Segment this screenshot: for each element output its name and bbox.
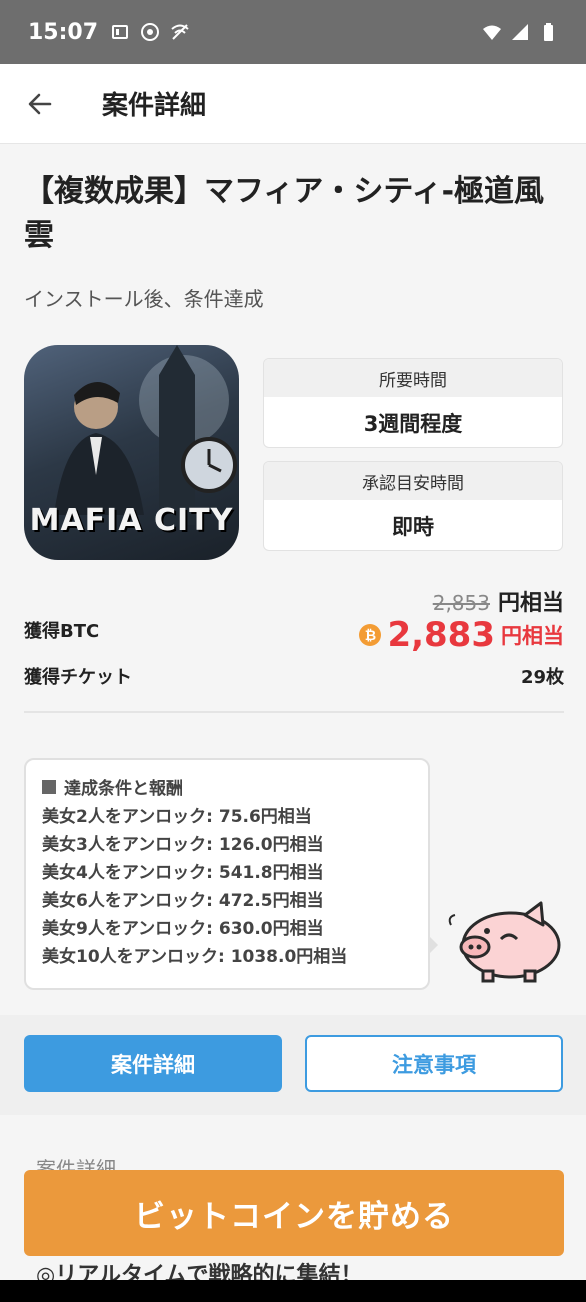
wifi-off-icon [171,24,189,40]
duration-label: 所要時間 [264,359,562,397]
system-nav-bar [0,1280,586,1302]
condition-item: 美女3人をアンロック: 126.0円相当 [42,835,324,855]
tab-details[interactable]: 案件詳細 [24,1035,282,1092]
condition-item: 美女4人をアンロック: 541.8円相当 [42,863,324,883]
approval-time-label: 承認目安時間 [264,462,562,500]
ticket-value: 29枚 [520,667,564,688]
save-bitcoin-button[interactable]: ビットコインを貯める [24,1170,564,1256]
status-bar: 15:07 [0,0,586,64]
new-price-amount: 2,883 [387,615,495,655]
conditions-heading: 達成条件と報酬 [64,779,183,799]
new-price-unit: 円相当 [501,624,564,648]
campaign-title: 【複数成果】マフィア・シティ-極道風雲 [24,174,545,253]
duration-box: 所要時間 3週間程度 [263,358,563,448]
approval-time-box: 承認目安時間 即時 [263,461,563,551]
signal-icon [512,24,528,40]
arrow-left-icon [28,93,52,114]
tab-bar: 案件詳細 注意事項 [0,1015,586,1115]
page-title: 案件詳細 [102,91,207,121]
condition-item: 美女10人をアンロック: 1038.0円相当 [42,947,348,967]
old-price: 2,853 円相当 [433,585,564,617]
condition-item: 美女2人をアンロック: 75.6円相当 [42,807,312,827]
tab-notes[interactable]: 注意事項 [305,1035,563,1092]
campaign-subtitle: インストール後、条件達成 [24,287,264,311]
divider [24,711,564,713]
old-price-unit: 円相当 [497,591,564,616]
approval-time-value: 即時 [392,515,434,539]
back-button[interactable] [0,64,80,144]
app-bar: 案件詳細 [0,64,586,144]
condition-item: 美女6人をアンロック: 472.5円相当 [42,891,324,911]
old-price-amount: 2,853 [432,591,490,615]
sim-card-icon [112,25,129,39]
pig-mascot-icon [448,901,561,983]
battery-icon [544,23,553,41]
app-icon: MAFIA CITY [24,345,239,560]
bubble-tail [428,935,438,955]
chrome-icon [141,23,160,41]
ticket-reward-row: 獲得チケット 29枚 [24,663,564,689]
bitcoin-icon: ₿ [359,624,382,646]
condition-item: 美女9人をアンロック: 630.0円相当 [42,919,324,939]
duration-value: 3週間程度 [363,412,463,436]
conditions-bubble: 達成条件と報酬 美女2人をアンロック: 75.6円相当 美女3人をアンロック: … [24,758,430,990]
ticket-label: 獲得チケット [24,667,132,688]
status-time: 15:07 [28,19,99,45]
app-icon-logo-text: MAFIA CITY [29,503,234,538]
square-bullet-icon [42,779,56,794]
wifi-icon [483,25,501,40]
new-price: ₿ 2,883 円相当 [359,615,564,655]
